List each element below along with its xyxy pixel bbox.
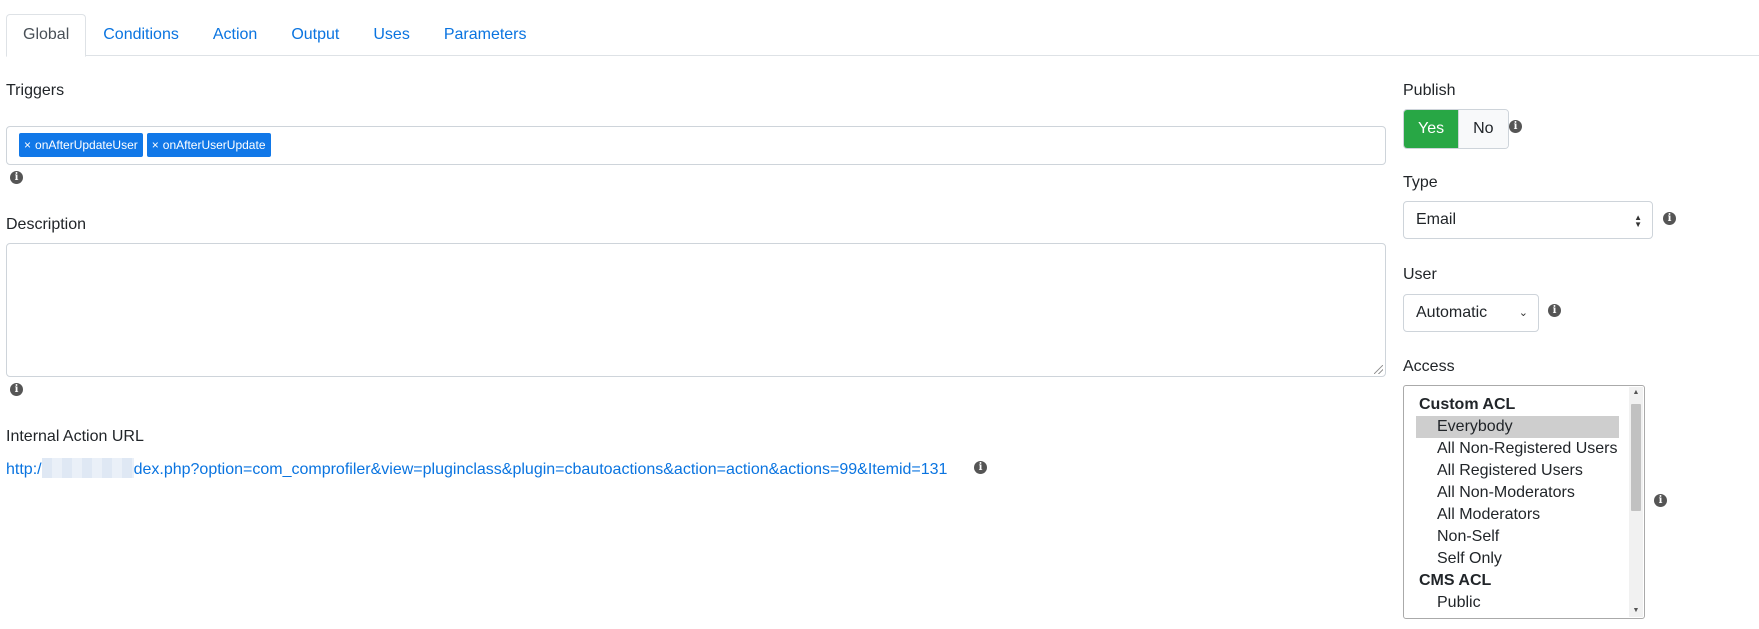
chevron-down-icon: ⌄ bbox=[1518, 307, 1528, 319]
trigger-tag: × onAfterUserUpdate bbox=[146, 133, 271, 157]
triggers-label: Triggers bbox=[6, 82, 65, 99]
sort-arrows-icon: ▲ ▼ bbox=[1634, 213, 1642, 229]
info-icon[interactable]: i bbox=[1663, 212, 1676, 225]
publish-label: Publish bbox=[1403, 82, 1456, 99]
user-label: User bbox=[1403, 266, 1437, 283]
type-label: Type bbox=[1403, 174, 1438, 191]
triggers-input[interactable]: × onAfterUpdateUser × onAfterUserUpdate bbox=[6, 126, 1386, 165]
access-option[interactable]: Non-Self bbox=[1416, 526, 1619, 548]
tab-parameters[interactable]: Parameters bbox=[427, 14, 544, 55]
info-icon[interactable]: i bbox=[10, 171, 23, 184]
remove-tag-icon[interactable]: × bbox=[152, 138, 159, 152]
info-icon[interactable]: i bbox=[974, 461, 987, 474]
redacted-host bbox=[41, 458, 134, 478]
access-group-label: Custom ACL bbox=[1419, 396, 1516, 413]
tab-conditions[interactable]: Conditions bbox=[86, 14, 196, 55]
access-option[interactable]: All Non-Registered Users bbox=[1416, 438, 1619, 460]
access-label: Access bbox=[1403, 358, 1455, 375]
info-icon[interactable]: i bbox=[1548, 304, 1561, 317]
info-icon[interactable]: i bbox=[1654, 494, 1667, 507]
tab-output[interactable]: Output bbox=[274, 14, 356, 55]
scroll-thumb[interactable] bbox=[1631, 404, 1641, 511]
publish-yes-button[interactable]: Yes bbox=[1404, 110, 1459, 148]
remove-tag-icon[interactable]: × bbox=[24, 138, 31, 152]
access-scrollbar[interactable]: ▲ ▼ bbox=[1629, 387, 1643, 617]
trigger-tag: × onAfterUpdateUser bbox=[19, 133, 143, 157]
internal-url-label: Internal Action URL bbox=[6, 428, 144, 445]
scroll-up-icon[interactable]: ▲ bbox=[1629, 387, 1643, 399]
info-icon[interactable]: i bbox=[10, 383, 23, 396]
user-select[interactable]: Automatic ⌄ bbox=[1403, 294, 1539, 332]
tab-uses[interactable]: Uses bbox=[356, 14, 426, 55]
access-option[interactable]: Public bbox=[1416, 592, 1619, 614]
tab-bar: Global Conditions Action Output Uses Par… bbox=[6, 14, 1759, 57]
access-option[interactable]: Self Only bbox=[1416, 548, 1619, 570]
description-label: Description bbox=[6, 216, 87, 233]
tab-global[interactable]: Global bbox=[6, 14, 87, 57]
resize-grip-icon[interactable] bbox=[1374, 365, 1383, 374]
access-option[interactable]: All Non-Moderators bbox=[1416, 482, 1619, 504]
publish-no-button[interactable]: No bbox=[1458, 110, 1508, 148]
internal-url-link[interactable]: http:/dex.php?option=com_comprofiler&vie… bbox=[6, 458, 947, 479]
access-option[interactable]: All Registered Users bbox=[1416, 460, 1619, 482]
access-option[interactable]: All Moderators bbox=[1416, 504, 1619, 526]
info-icon[interactable]: i bbox=[1509, 120, 1522, 133]
access-listbox[interactable]: Custom ACL Everybody All Non-Registered … bbox=[1403, 385, 1645, 619]
publish-toggle: Yes No bbox=[1403, 109, 1509, 149]
scroll-down-icon[interactable]: ▼ bbox=[1629, 605, 1643, 617]
type-select[interactable]: Email ▲ ▼ bbox=[1403, 201, 1653, 239]
access-option[interactable]: Everybody bbox=[1416, 416, 1619, 438]
tab-action[interactable]: Action bbox=[196, 14, 274, 55]
access-group-label: CMS ACL bbox=[1419, 572, 1492, 589]
description-textarea[interactable] bbox=[6, 243, 1386, 377]
